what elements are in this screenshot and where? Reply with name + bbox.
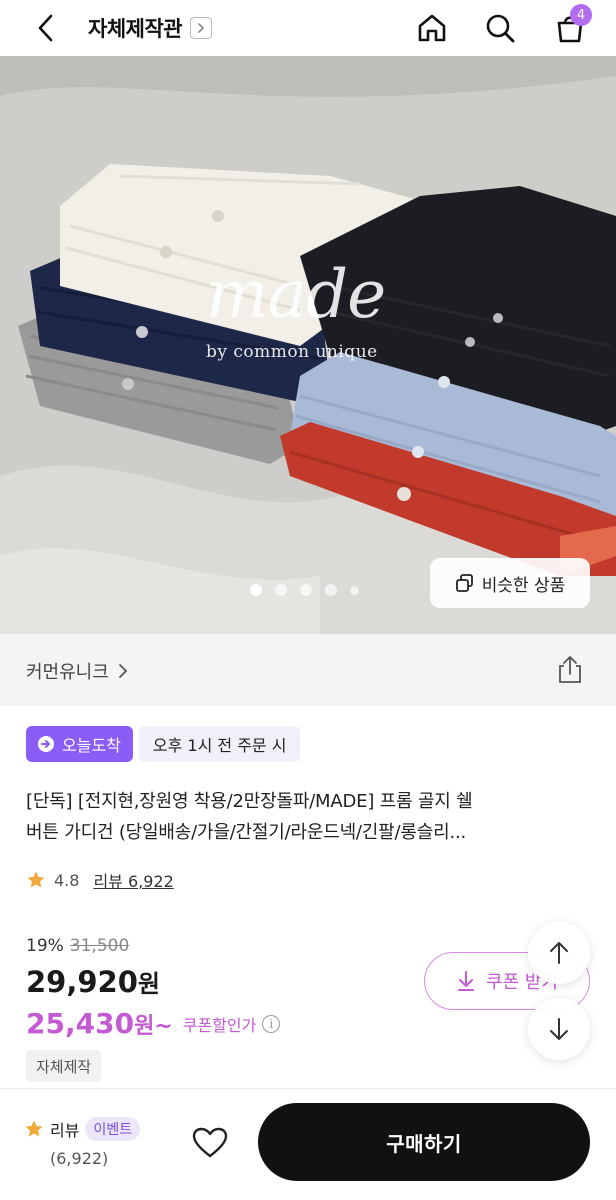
delivery-badges: 오늘도착 오후 1시 전 주문 시 [26,726,301,762]
carousel-dot[interactable] [300,584,312,596]
product-image-carousel[interactable]: made by common unique [0,56,616,634]
today-delivery-badge: 오늘도착 [26,726,133,762]
page-title: 자체제작관 [88,17,183,41]
order-cutoff-badge: 오후 1시 전 주문 시 [138,726,301,762]
brand-row: 커먼유니크 [0,634,616,706]
discount-rate: 19% [26,936,64,956]
scroll-bottom-button[interactable] [528,998,590,1060]
product-title-line1: [단독] [전지현,장원영 착용/2만장돌파/MADE] 프롬 골지 쉘 [26,791,473,812]
original-price: 31,500 [69,936,130,956]
star-icon [27,871,45,888]
bottom-review-count: (6,922) [50,1149,109,1168]
arrow-down-icon [550,1018,568,1040]
info-icon[interactable]: i [262,1014,281,1033]
back-button[interactable] [26,8,66,48]
app-header: 자체제작관 4 [0,0,616,56]
brand-watermark-sub: by common unique [206,342,378,362]
cart-button[interactable]: 4 [548,4,592,50]
bottom-review-label: 리뷰 [50,1121,80,1140]
arrow-up-icon [550,942,568,964]
product-title: [단독] [전지현,장원영 착용/2만장돌파/MADE] 프롬 골지 쉘 버튼 … [26,786,592,848]
coupon-price-unit: 원~ [134,1014,173,1039]
share-button[interactable] [552,652,588,688]
rating-score: 4.8 [54,870,80,890]
search-icon [486,14,515,43]
cart-count-badge: 4 [570,4,592,26]
copy-icon [455,574,473,592]
event-badge: 이벤트 [85,1117,141,1141]
carousel-dot[interactable] [275,584,287,596]
similar-products-button[interactable]: 비슷한 상품 [430,558,590,608]
brand-watermark: made [206,256,386,333]
arrow-circle-icon [38,736,54,752]
search-button[interactable] [478,6,522,50]
wishlist-button[interactable] [188,1121,232,1165]
buy-button[interactable]: 구매하기 [258,1103,590,1181]
share-icon [559,656,581,683]
current-price-value: 29,920 [26,965,138,999]
chevron-right-icon [190,17,213,39]
scroll-top-button[interactable] [528,922,590,984]
brand-name: 커먼유니크 [26,662,109,683]
bottom-action-bar: 리뷰 이벤트 (6,922) 구매하기 [0,1088,616,1200]
brand-link[interactable]: 커먼유니크 [26,658,129,684]
carousel-dot-active[interactable] [250,584,262,596]
download-icon [458,971,475,991]
review-count-link[interactable]: 리뷰 6,922 [93,868,173,892]
coupon-price-row: 25,430원~ 쿠폰할인가 i [26,1007,281,1040]
product-title-line2: 버튼 가디건 (당일배송/가을/간절기/라운드넥/긴팔/롱슬리... [26,822,467,843]
coupon-price: 25,430원~ [26,1007,173,1040]
rating-row: 4.8 리뷰 6,922 [26,868,174,892]
home-icon [418,14,446,42]
coupon-price-value: 25,430 [26,1007,135,1040]
coupon-price-note: 쿠폰할인가 i [183,1012,281,1036]
home-button[interactable] [410,6,454,50]
carousel-dot[interactable] [350,585,359,595]
back-icon [38,14,53,42]
heart-icon [192,1127,228,1158]
current-price: 29,920원 [26,964,280,999]
self-made-tag: 자체제작 [26,1050,102,1082]
current-price-unit: 원 [137,970,161,998]
bottom-review-link[interactable]: 리뷰 이벤트 [24,1117,141,1141]
today-delivery-label: 오늘도착 [62,736,121,755]
similar-products-label: 비슷한 상품 [481,575,566,596]
star-icon [25,1120,43,1137]
price-block: 19% 31,500 29,920원 25,430원~ 쿠폰할인가 i [26,936,281,1040]
carousel-indicator [250,584,359,596]
coupon-note-label: 쿠폰할인가 [182,1015,257,1035]
chevron-right-icon [118,664,128,678]
carousel-dot[interactable] [325,584,337,596]
discount-row: 19% 31,500 [26,936,280,956]
store-title-link[interactable]: 자체제작관 [88,10,213,46]
